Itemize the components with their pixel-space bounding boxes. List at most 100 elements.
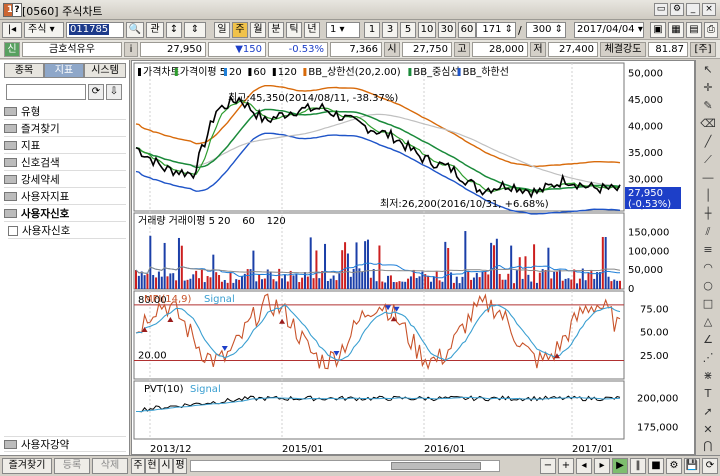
vline-icon[interactable]: │: [699, 188, 717, 204]
interval-10[interactable]: 10: [418, 22, 436, 38]
tab-hyeon[interactable]: 현: [145, 458, 159, 474]
period-minute[interactable]: 분: [268, 22, 284, 38]
tree-item-user-indicator[interactable]: 사용자지표: [4, 189, 126, 205]
channel-icon[interactable]: ⫽: [699, 224, 717, 240]
search-icon[interactable]: 🔍: [126, 22, 144, 38]
line-icon[interactable]: ╱: [699, 134, 717, 150]
rect-icon[interactable]: □: [699, 296, 717, 312]
close-icon[interactable]: ×: [702, 3, 716, 16]
period-year[interactable]: 년: [304, 22, 320, 38]
minimize-icon[interactable]: _: [686, 3, 700, 16]
scroll-right-icon[interactable]: ▸: [594, 458, 610, 474]
trend-icon[interactable]: ⟋: [699, 152, 717, 168]
legend-marker: [408, 68, 412, 76]
gwan-button[interactable]: 관: [146, 22, 164, 38]
tree-item-user-strength[interactable]: 사용자강약: [4, 436, 126, 452]
magnet-icon[interactable]: ⋂: [699, 438, 717, 454]
interval-1[interactable]: 1: [364, 22, 380, 38]
tab-indicator[interactable]: 지표: [44, 63, 84, 78]
zoom-in-icon[interactable]: +: [558, 458, 574, 474]
fan-icon[interactable]: ⋰: [699, 350, 717, 366]
tree-subitem-user-signal[interactable]: 사용자신호: [8, 223, 126, 239]
chart-settings-icon[interactable]: ⚙: [666, 458, 682, 474]
toolbar-icon[interactable]: ▭: [654, 3, 668, 16]
interval-60[interactable]: 60: [458, 22, 476, 38]
market-select[interactable]: 주식 ▾: [24, 22, 64, 38]
cross-line-icon[interactable]: ┼: [699, 206, 717, 222]
volume-bar: [140, 271, 143, 289]
tree-item-user-signal[interactable]: 사용자신호: [4, 206, 126, 222]
play-icon[interactable]: ▶: [612, 458, 628, 474]
count-a-input[interactable]: 171 ⇕: [476, 22, 516, 38]
spin-icon[interactable]: ⇕: [184, 22, 206, 38]
tab-si[interactable]: 시: [159, 458, 173, 474]
tick-select[interactable]: 1 ▾: [326, 22, 360, 38]
grid-icon[interactable]: ▦: [668, 22, 684, 38]
tree-item-indicators[interactable]: 지표: [4, 138, 126, 154]
tree-item-strength[interactable]: 강세약세: [4, 172, 126, 188]
zoom-out-icon[interactable]: −: [540, 458, 556, 474]
triangle-icon[interactable]: △: [699, 314, 717, 330]
help-icon[interactable]: ?: [12, 3, 22, 17]
period-month[interactable]: 월: [250, 22, 266, 38]
chart-svg[interactable]: 2013/12 2015/01 2016/01 2017/01 50,000 45,000…: [132, 61, 696, 456]
gann-icon[interactable]: ⋇: [699, 368, 717, 384]
tree-item-type[interactable]: 유형: [4, 104, 126, 120]
tree-item-signal-search[interactable]: 신호검색: [4, 155, 126, 171]
volume-bar: [344, 242, 347, 289]
pencil-icon[interactable]: ✎: [699, 98, 717, 114]
prev-icon[interactable]: |◂: [2, 22, 22, 38]
cross-icon[interactable]: ✛: [699, 80, 717, 96]
horizontal-scrollbar[interactable]: [190, 460, 500, 472]
volume-bar: [281, 278, 284, 289]
delete-button[interactable]: 삭제: [92, 458, 128, 474]
count-b-input[interactable]: 300 ⇕: [526, 22, 566, 38]
info-button[interactable]: i: [124, 42, 138, 57]
pause-icon[interactable]: ‖: [630, 458, 646, 474]
scroll-left-icon[interactable]: ◂: [576, 458, 592, 474]
tab-ju[interactable]: 주: [131, 458, 145, 474]
save-icon[interactable]: 💾: [684, 458, 700, 474]
refresh-chart-icon[interactable]: ⟳: [702, 458, 718, 474]
fibo-icon[interactable]: ≡: [699, 242, 717, 258]
sort-icon[interactable]: ↕: [166, 22, 182, 38]
download-icon[interactable]: ⇩: [106, 84, 122, 100]
volume-bar: [160, 276, 163, 289]
period-week[interactable]: 주: [232, 22, 248, 38]
text-icon[interactable]: T: [699, 386, 717, 402]
period-day[interactable]: 일: [214, 22, 230, 38]
interval-3[interactable]: 3: [382, 22, 398, 38]
arrow-icon[interactable]: ➚: [699, 404, 717, 420]
period-tick[interactable]: 틱: [286, 22, 302, 38]
favorites-button[interactable]: 즐겨찾기: [2, 458, 52, 474]
arc-icon[interactable]: ◠: [699, 260, 717, 276]
eraser-icon[interactable]: ⌫: [699, 116, 717, 132]
pointer-icon[interactable]: ↖: [699, 62, 717, 78]
volume-bar: [401, 281, 404, 289]
mfi-legend: MFI(14,9): [144, 294, 191, 305]
refresh-icon[interactable]: ⟳: [88, 84, 104, 100]
chart-area[interactable]: 2013/12 2015/01 2016/01 2017/01 50,000 45,000…: [131, 60, 695, 455]
interval-30[interactable]: 30: [438, 22, 456, 38]
tab-system[interactable]: 시스템: [84, 63, 126, 78]
tab-stock[interactable]: 종목: [4, 63, 44, 78]
angle-icon[interactable]: ∠: [699, 332, 717, 348]
interval-5[interactable]: 5: [400, 22, 416, 38]
tab-pyeong[interactable]: 평: [173, 458, 187, 474]
tree-item-favorites[interactable]: 즐겨찾기: [4, 121, 126, 137]
indicator-search-input[interactable]: [6, 84, 86, 100]
circle-icon[interactable]: ○: [699, 278, 717, 294]
screenshot-icon[interactable]: ▣: [650, 22, 666, 38]
strength-label: 체결강도: [600, 42, 646, 57]
code-input[interactable]: 011785: [66, 22, 124, 38]
settings-icon[interactable]: ⚙: [670, 3, 684, 16]
layout-icon[interactable]: ▤: [686, 22, 702, 38]
window-title: [0560] 주식차트: [22, 5, 103, 18]
stop-icon[interactable]: ■: [648, 458, 664, 474]
register-button[interactable]: 등록: [54, 458, 90, 474]
scroll-thumb[interactable]: [391, 462, 481, 470]
print-icon[interactable]: ⎙: [704, 22, 718, 38]
date-select[interactable]: 2017/04/04 ▾: [574, 22, 644, 38]
delete-icon[interactable]: ✕: [699, 422, 717, 438]
hline-icon[interactable]: ―: [699, 170, 717, 186]
